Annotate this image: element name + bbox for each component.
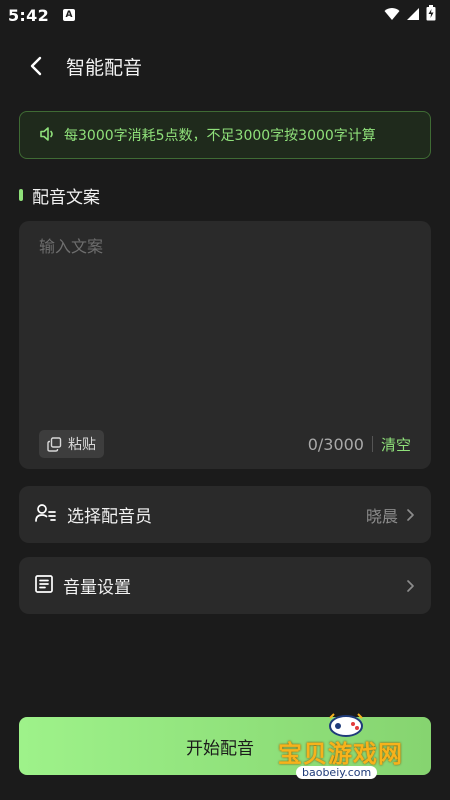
selected-voice-value: 晓晨: [365, 506, 398, 526]
wifi-icon: [384, 6, 400, 25]
notification-a-icon: A: [63, 9, 75, 21]
start-dubbing-label: 开始配音: [186, 738, 254, 759]
app-header: 智能配音: [0, 44, 450, 88]
status-bar: 5:42 A: [0, 0, 450, 30]
speaker-icon: [40, 126, 56, 145]
chevron-right-icon: [406, 508, 415, 522]
script-input[interactable]: [19, 221, 431, 416]
signal-icon: [406, 6, 420, 25]
chevron-right-icon: [406, 579, 415, 593]
char-counter: 0/3000 清空: [308, 430, 411, 458]
points-notice: 每3000字消耗5点数，不足3000字按3000字计算: [19, 111, 431, 159]
section-accent-bar: [19, 189, 23, 201]
back-button[interactable]: [18, 48, 54, 84]
chevron-left-icon: [30, 56, 42, 76]
counter-divider: [371, 436, 373, 452]
status-icons: [384, 5, 436, 25]
volume-settings-label: 音量设置: [63, 578, 131, 598]
watermark-url: baobeiy.com: [296, 766, 378, 779]
watermark-text: 宝贝游戏网: [278, 740, 403, 768]
select-voice-label: 选择配音员: [67, 507, 152, 527]
document-icon: [35, 574, 53, 597]
status-time: 5:42: [8, 5, 49, 25]
script-editor-card: 粘贴 0/3000 清空: [19, 221, 431, 469]
user-list-icon: [35, 503, 57, 527]
paste-button[interactable]: 粘贴: [39, 430, 104, 458]
paste-label: 粘贴: [68, 437, 96, 453]
battery-icon: [426, 5, 436, 25]
volume-settings-row[interactable]: 音量设置: [19, 557, 431, 614]
char-count: 0/3000: [307, 434, 364, 454]
page-title: 智能配音: [66, 56, 143, 79]
section-heading: 配音文案: [19, 183, 100, 208]
notice-text: 每3000字消耗5点数，不足3000字按3000字计算: [64, 128, 376, 144]
watermark-logo: 宝贝游戏网 baobeiy.com: [276, 712, 426, 784]
select-voice-row[interactable]: 选择配音员 晓晨: [19, 486, 431, 543]
section-title: 配音文案: [32, 187, 100, 208]
clear-button[interactable]: 清空: [381, 434, 411, 455]
copy-icon: [47, 436, 62, 452]
